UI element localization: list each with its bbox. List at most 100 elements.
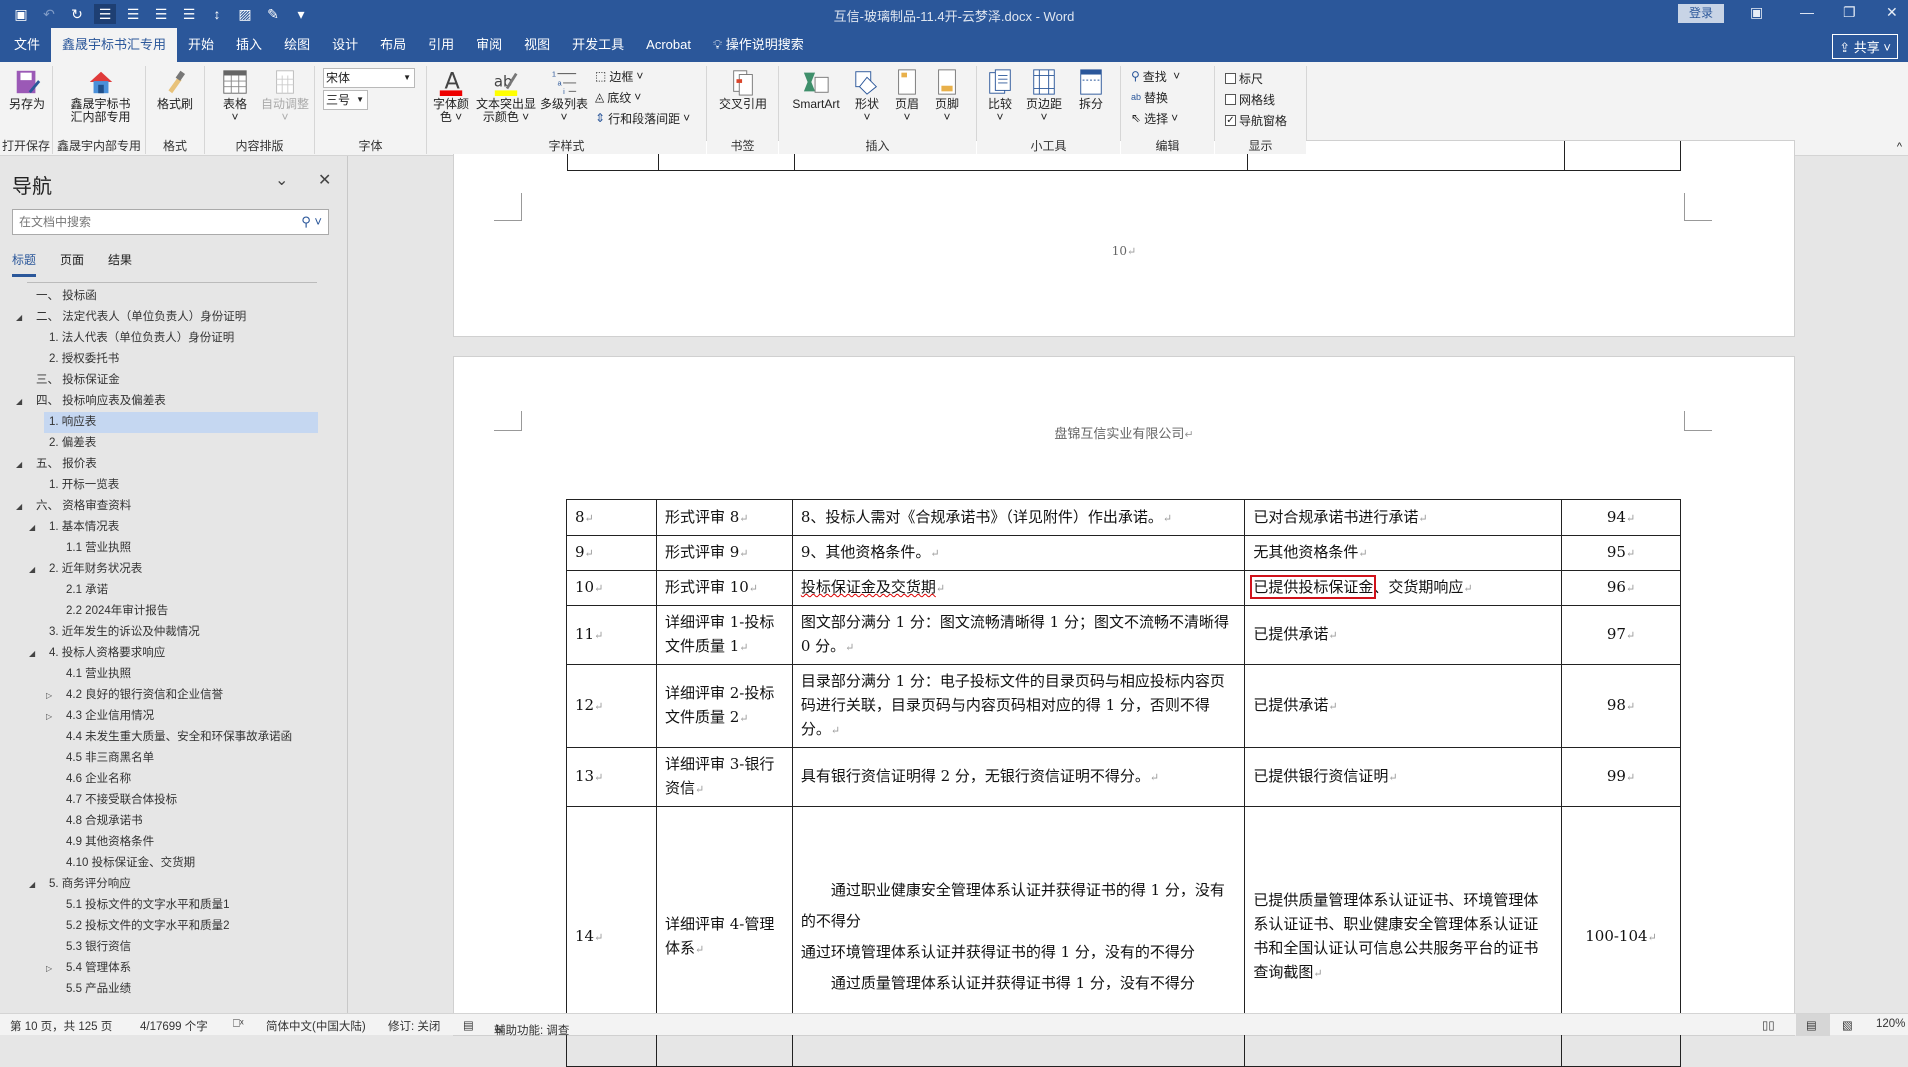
font-size-select[interactable]: 三号 ▼ [323, 90, 368, 110]
expand-arrow-icon[interactable]: ▷ [46, 958, 52, 979]
nav-heading-item[interactable]: ◢ 二、 法定代表人（单位负责人）身份证明 [0, 307, 348, 328]
track-changes[interactable]: 修订: 关闭 [388, 1018, 440, 1034]
nav-heading-item[interactable]: 2.1 承诺 [0, 580, 348, 601]
close-icon[interactable]: ✕ [1886, 4, 1898, 21]
expand-arrow-icon[interactable]: ▷ [46, 706, 52, 727]
font-name-select[interactable]: 宋体 ▼ [323, 68, 415, 88]
nav-heading-item[interactable]: ▷ 4.3 企业信用情况 [0, 706, 348, 727]
nav-close-icon[interactable]: ✕ [318, 170, 331, 190]
nav-heading-item[interactable]: ▷ 5.4 管理体系 [0, 958, 348, 979]
multilevel-list-button[interactable]: 1ai 多级列表 ˅ [538, 68, 590, 124]
replace-button[interactable]: ab 替换 [1131, 89, 1168, 105]
ribbon-display-icon[interactable]: ▣ [1750, 4, 1763, 21]
tab-design[interactable]: 设计 [321, 28, 369, 62]
ruler-checkbox[interactable]: 标尺 [1225, 70, 1263, 86]
compare-button[interactable]: 比较 ˅ [981, 68, 1019, 124]
nav-heading-item[interactable]: ▷ 4.2 良好的银行资信和企业信誉 [0, 685, 348, 706]
nav-heading-item[interactable]: 1. 响应表 [44, 412, 318, 433]
nav-heading-item[interactable]: 5.3 银行资信 [0, 937, 348, 958]
collapse-arrow-icon[interactable]: ◢ [29, 874, 35, 895]
nav-heading-item[interactable]: 4.7 不接受联合体投标 [0, 790, 348, 811]
nav-heading-item[interactable]: 3. 近年发生的诉讼及仲裁情况 [0, 622, 348, 643]
select-button[interactable]: ⇖ 选择 ˅ [1131, 110, 1178, 126]
tell-me-search[interactable]: 💡︎ 操作说明搜索 [702, 28, 815, 62]
tab-file[interactable]: 文件 [0, 28, 51, 62]
print-layout-icon[interactable]: ▤ [1796, 1014, 1830, 1036]
collapse-arrow-icon[interactable]: ◢ [16, 391, 22, 412]
nav-search-input[interactable]: 在文档中搜索 ⚲ ˅ [12, 209, 329, 235]
nav-heading-item[interactable]: 2.2 2024年审计报告 [0, 601, 348, 622]
maximize-icon[interactable]: ❐ [1843, 4, 1856, 21]
proofing-icon[interactable]: ⎕ˣ [233, 1018, 244, 1031]
collapse-arrow-icon[interactable]: ◢ [16, 454, 22, 475]
expand-arrow-icon[interactable]: ▷ [46, 685, 52, 706]
tab-draw[interactable]: 绘图 [273, 28, 321, 62]
tab-acrobat[interactable]: Acrobat [635, 28, 702, 62]
nav-heading-item[interactable]: 三、 投标保证金 [0, 370, 348, 391]
nav-heading-item[interactable]: 4.1 营业执照 [0, 664, 348, 685]
share-button[interactable]: ⇪ 共享 ˅ [1832, 34, 1898, 59]
nav-tab-pages[interactable]: 页面 [60, 251, 84, 277]
minimize-icon[interactable]: — [1800, 4, 1814, 20]
border-button[interactable]: ⬚ 边框 ˅ [595, 68, 643, 84]
language[interactable]: 简体中文(中国大陆) [266, 1018, 366, 1034]
login-button[interactable]: 登录 [1678, 4, 1724, 23]
header-button[interactable]: 页眉 ˅ [889, 68, 925, 124]
tab-developer[interactable]: 开发工具 [561, 28, 635, 62]
nav-heading-item[interactable]: 2. 授权委托书 [0, 349, 348, 370]
shading-button[interactable]: ◬ 底纹 ˅ [595, 89, 641, 105]
gridlines-checkbox[interactable]: 网格线 [1225, 91, 1275, 107]
find-button[interactable]: ⚲ 查找 ˅ [1131, 68, 1180, 84]
nav-heading-item[interactable]: ◢ 4. 投标人资格要求响应 [0, 643, 348, 664]
nav-heading-item[interactable]: ◢ 5. 商务评分响应 [0, 874, 348, 895]
nav-heading-item[interactable]: 4.4 未发生重大质量、安全和环保事故承诺函 [0, 727, 348, 748]
tab-insert[interactable]: 插入 [225, 28, 273, 62]
search-icon[interactable]: ⚲ ˅ [301, 210, 322, 234]
tab-review[interactable]: 审阅 [465, 28, 513, 62]
nav-heading-item[interactable]: ◢ 1. 基本情况表 [0, 517, 348, 538]
nav-heading-item[interactable]: 1. 开标一览表 [0, 475, 348, 496]
nav-tab-headings[interactable]: 标题 [12, 251, 37, 277]
format-painter-button[interactable]: 格式刷 [154, 68, 196, 111]
nav-heading-item[interactable]: 4.8 合规承诺书 [0, 811, 348, 832]
save-as-button[interactable]: 另存为 [6, 68, 48, 111]
nav-heading-item[interactable]: 5.5 产品业绩 [0, 979, 348, 1000]
nav-heading-item[interactable]: ◢ 五、 报价表 [0, 454, 348, 475]
table-button[interactable]: 表格 ˅ [215, 68, 255, 124]
nav-options-icon[interactable]: ⌄ [275, 170, 288, 190]
word-count[interactable]: 4/17699 个字 [140, 1018, 208, 1034]
collapse-arrow-icon[interactable]: ◢ [16, 307, 22, 328]
collapse-arrow-icon[interactable]: ◢ [16, 496, 22, 517]
tab-view[interactable]: 视图 [513, 28, 561, 62]
collapse-arrow-icon[interactable]: ◢ [29, 643, 35, 664]
margins-button[interactable]: 页边距 ˅ [1021, 68, 1067, 124]
nav-heading-item[interactable]: ◢ 2. 近年财务状况表 [0, 559, 348, 580]
nav-tab-results[interactable]: 结果 [108, 251, 132, 277]
collapse-ribbon-icon[interactable]: ^ [1897, 141, 1902, 153]
nav-heading-item[interactable]: 1.1 营业执照 [0, 538, 348, 559]
auto-fit-button[interactable]: 自动调整 ˅ [257, 68, 313, 124]
macro-icon[interactable]: ▤ [463, 1018, 474, 1032]
tab-layout[interactable]: 布局 [369, 28, 417, 62]
zoom-level[interactable]: 120% [1876, 1018, 1905, 1030]
nav-heading-item[interactable]: 5.1 投标文件的文字水平和质量1 [0, 895, 348, 916]
font-color-button[interactable]: A 字体颜色 ˅ [427, 68, 475, 124]
line-spacing-button[interactable]: ⇕ 行和段落间距 ˅ [595, 110, 690, 126]
shape-button[interactable]: 形状 ˅ [849, 68, 885, 124]
footer-button[interactable]: 页脚 ˅ [929, 68, 965, 124]
tab-xsy[interactable]: 鑫晟宇标书汇专用 [51, 28, 178, 62]
nav-heading-item[interactable]: 4.5 非三商黑名单 [0, 748, 348, 769]
cross-reference-button[interactable]: 交叉引用 [713, 68, 773, 111]
collapse-arrow-icon[interactable]: ◢ [29, 559, 35, 580]
collapse-arrow-icon[interactable]: ◢ [29, 517, 35, 538]
page-count[interactable]: 第 10 页，共 125 页 [10, 1018, 112, 1034]
read-mode-icon[interactable]: ▯▯ [1762, 1018, 1775, 1032]
nav-heading-item[interactable]: 4.6 企业名称 [0, 769, 348, 790]
split-button[interactable]: 拆分 [1071, 68, 1111, 111]
web-layout-icon[interactable]: ▧ [1842, 1018, 1853, 1032]
nav-heading-item[interactable]: 1. 法人代表（单位负责人）身份证明 [0, 328, 348, 349]
nav-heading-item[interactable]: 5.2 投标文件的文字水平和质量2 [0, 916, 348, 937]
tab-references[interactable]: 引用 [417, 28, 465, 62]
nav-pane-checkbox[interactable]: ✓ 导航窗格 [1225, 112, 1287, 128]
nav-heading-item[interactable]: 4.9 其他资格条件 [0, 832, 348, 853]
